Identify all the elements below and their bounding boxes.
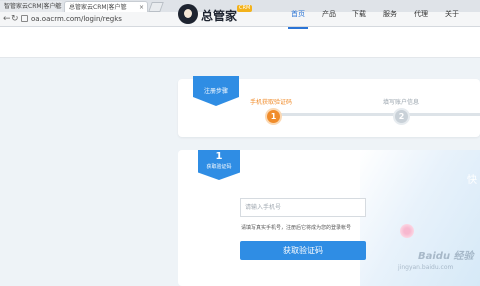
watermark-text: Baidu 经验 — [418, 251, 474, 262]
close-icon[interactable]: × — [54, 1, 59, 12]
close-icon[interactable]: × — [139, 2, 144, 12]
step-2-marker: 2 — [393, 108, 410, 125]
logo-tag: CRM — [237, 5, 253, 12]
browser-tab-active[interactable]: 总管家云CRM|客户管理软 × — [64, 1, 148, 12]
flower-icon — [400, 224, 414, 238]
new-tab-button[interactable] — [148, 2, 164, 12]
form-step-number: 1 — [215, 151, 223, 162]
nav-service[interactable]: 服务 — [383, 9, 397, 19]
get-code-button[interactable]: 获取验证码 — [240, 241, 366, 260]
nav-agent[interactable]: 代理 — [414, 9, 428, 19]
step-1-marker: 1 — [265, 108, 282, 125]
step-2-label: 填写账户信息 — [383, 99, 420, 106]
nav-products[interactable]: 产品 — [322, 9, 336, 19]
phone-input[interactable] — [240, 198, 366, 217]
nav-home[interactable]: 首页 — [291, 9, 305, 19]
side-text: 快 — [467, 175, 477, 186]
step-1-label: 手机获取验证码 — [250, 99, 293, 106]
nav-about[interactable]: 关于 — [445, 9, 459, 19]
url-text: oa.oacrm.com/login/regks — [31, 15, 122, 23]
watermark-subtext: jingyan.baidu.com — [398, 264, 454, 271]
browser-tab[interactable]: 智管家云CRM|客户管理软件| × — [0, 1, 62, 12]
form-step-label: 获取验证码 — [206, 164, 232, 170]
steps-flag-label: 注册步骤 — [203, 88, 228, 95]
address-bar: ← ↻ oa.oacrm.com/login/regks — [0, 12, 480, 27]
logo-mascot-face — [184, 9, 192, 18]
site-header — [0, 27, 480, 58]
nav-download[interactable]: 下载 — [352, 9, 366, 19]
reload-icon[interactable]: ↻ — [11, 13, 19, 25]
phone-hint: 请填写真实手机号，注册后它将成为您的登录帐号 — [241, 225, 352, 231]
page-icon — [21, 15, 28, 22]
back-arrow-icon[interactable]: ← — [3, 13, 11, 25]
url-field[interactable]: oa.oacrm.com/login/regks — [21, 14, 122, 24]
steps-progress-line — [278, 113, 480, 116]
nav-active-indicator — [288, 27, 308, 29]
browser-tab-title: 总管家云CRM|客户管理软 — [69, 4, 127, 11]
logo-text[interactable]: 总管家 — [201, 7, 237, 24]
